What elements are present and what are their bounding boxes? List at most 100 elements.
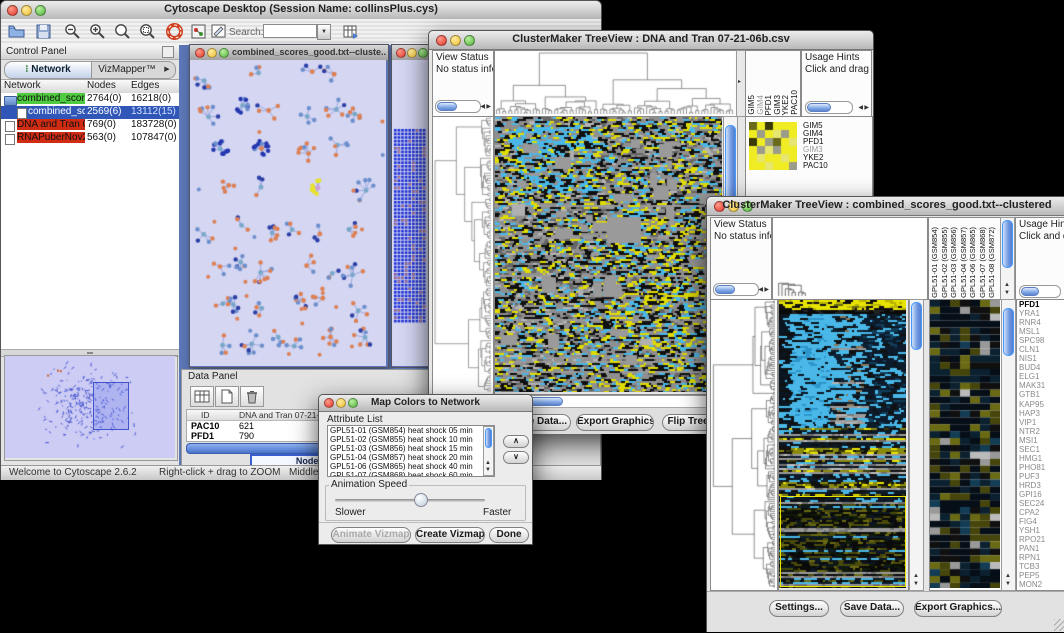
new-attribute-icon[interactable]: [215, 386, 239, 407]
gene-label[interactable]: NIS1: [1017, 354, 1064, 363]
gene-label[interactable]: SEC24: [1017, 499, 1064, 508]
data-col-attr[interactable]: DNA and Tran 07-21-06: [239, 410, 329, 420]
scroll-down-icon[interactable]: ▼: [913, 581, 919, 588]
attribute-list-item[interactable]: GPL51-04 (GSM857) heat shock 20 min: [328, 453, 494, 462]
attribute-list-scrollbar[interactable]: ▲ ▼: [483, 426, 494, 476]
gene-label[interactable]: HRD3: [1017, 481, 1064, 490]
resize-grip[interactable]: [1054, 619, 1064, 631]
birdseye-viewport[interactable]: [93, 382, 129, 430]
tab-overflow-button[interactable]: ▶: [161, 62, 173, 78]
gene-label[interactable]: YSH1: [1017, 526, 1064, 535]
gene-label[interactable]: PEP5: [1017, 571, 1064, 580]
tv2-status-scrollbar[interactable]: [713, 283, 759, 296]
tv1-row-dendrogram[interactable]: [432, 116, 494, 395]
tv2-zoom-vscrollbar[interactable]: ▲ ▼: [1001, 299, 1016, 591]
tab-network[interactable]: ⁝ Network: [5, 62, 92, 78]
gene-label[interactable]: RPO21: [1017, 535, 1064, 544]
network-list-empty-area[interactable]: [1, 145, 179, 349]
attribute-list-item[interactable]: GPL51-07 (GSM868) heat shock 60 min: [328, 471, 494, 477]
save-data-button[interactable]: Save Data...: [840, 600, 904, 617]
animate-vizmap-button[interactable]: Animate Vizmap: [331, 527, 411, 543]
gene-label[interactable]: HMG1: [1017, 454, 1064, 463]
gene-label[interactable]: SEC1: [1017, 445, 1064, 454]
treeview2-titlebar[interactable]: ClusterMaker TreeView : combined_scores_…: [707, 197, 1064, 216]
close-button[interactable]: [195, 48, 205, 58]
network-graph-canvas[interactable]: [190, 60, 386, 366]
gene-label[interactable]: PAN1: [1017, 544, 1064, 553]
dense-network-canvas[interactable]: [392, 60, 428, 366]
scroll-up-icon[interactable]: ▲: [485, 460, 491, 467]
network-row-selected[interactable]: combined_sco 2569(6) 13112(15): [1, 106, 179, 119]
gene-label[interactable]: VIP1: [1017, 418, 1064, 427]
gene-label[interactable]: PHO81: [1017, 463, 1064, 472]
animation-speed-slider-thumb[interactable]: [414, 493, 428, 507]
gene-label[interactable]: BUD4: [1017, 363, 1064, 372]
scroll-down-icon[interactable]: ▼: [485, 467, 491, 474]
export-graphics-button[interactable]: Export Graphics...: [576, 414, 654, 431]
export-graphics-button[interactable]: Export Graphics...: [914, 600, 1002, 617]
attribute-list-item[interactable]: GPL51-06 (GSM865) heat shock 40 min: [328, 462, 494, 471]
col-header-network[interactable]: Network: [4, 80, 41, 91]
scroll-left-icon[interactable]: ◀: [858, 105, 863, 112]
gene-label[interactable]: RPN1: [1017, 553, 1064, 562]
col-header-edges[interactable]: Edges: [131, 80, 159, 91]
tv2-heatmap-vscrollbar[interactable]: ▲ ▼: [909, 299, 924, 591]
tv2-heatmap[interactable]: [778, 299, 909, 591]
done-button[interactable]: Done: [489, 527, 529, 543]
create-vizmap-button[interactable]: Create Vizmap: [415, 527, 485, 543]
gene-label[interactable]: MSL1: [1017, 327, 1064, 336]
open-folder-icon[interactable]: [7, 22, 26, 41]
gene-label[interactable]: TCB3: [1017, 562, 1064, 571]
tv1-hints-scrollbar[interactable]: [805, 101, 853, 114]
minimize-button[interactable]: [407, 48, 417, 58]
tv1-column-dendrogram[interactable]: [494, 50, 737, 117]
birdseye-view[interactable]: [4, 355, 178, 461]
scroll-down-icon[interactable]: ▼: [1005, 581, 1011, 588]
animation-speed-slider-track[interactable]: [335, 499, 485, 502]
tv2-hints-scrollbar[interactable]: [1019, 285, 1061, 298]
move-down-button[interactable]: ∨: [503, 451, 529, 464]
minimize-button[interactable]: [207, 48, 217, 58]
scroll-left-icon[interactable]: ◀: [480, 104, 485, 111]
tv2-row-dendrogram[interactable]: [710, 299, 778, 591]
settings-button[interactable]: Settings...: [769, 600, 829, 617]
gene-label[interactable]: GTB1: [1017, 390, 1064, 399]
float-panel-icon[interactable]: [162, 46, 174, 58]
scroll-right-icon[interactable]: ▶: [764, 287, 769, 294]
network-row-dna-tran[interactable]: DNA and Tran 07 769(0) 183728(0): [1, 119, 179, 132]
close-button[interactable]: [396, 48, 406, 58]
tv2-labels-vscrollbar[interactable]: ▲ ▼: [1000, 217, 1015, 300]
tv1-heatmap[interactable]: [494, 116, 725, 395]
save-icon[interactable]: [34, 22, 53, 41]
treeview1-titlebar[interactable]: ClusterMaker TreeView : DNA and Tran 07-…: [429, 31, 873, 50]
delete-attribute-trash-icon[interactable]: [240, 386, 264, 407]
attribute-listbox[interactable]: GPL51-01 (GSM854) heat shock 05 minGPL51…: [327, 425, 495, 477]
scroll-left-icon[interactable]: ◀: [758, 287, 763, 294]
dialog-titlebar[interactable]: Map Colors to Network: [319, 395, 532, 412]
zoom-button[interactable]: [219, 48, 229, 58]
scroll-right-icon[interactable]: ▶: [486, 104, 491, 111]
search-input[interactable]: [263, 24, 317, 38]
table-import-icon[interactable]: [341, 22, 360, 41]
gene-label[interactable]: YRA1: [1017, 309, 1064, 318]
zoom-button[interactable]: [418, 48, 428, 58]
gene-label[interactable]: SPC98: [1017, 336, 1064, 345]
main-titlebar[interactable]: Cytoscape Desktop (Session Name: collins…: [1, 1, 601, 20]
zoom-fit-icon[interactable]: [113, 22, 132, 41]
zoom-region-icon[interactable]: [138, 22, 157, 41]
zoom-out-icon[interactable]: [63, 22, 82, 41]
gene-label[interactable]: MSI1: [1017, 436, 1064, 445]
attribute-list-item[interactable]: GPL51-03 (GSM856) heat shock 15 min: [328, 444, 494, 453]
scroll-down-icon[interactable]: ▼: [1004, 290, 1010, 297]
network-row-combined-scores[interactable]: combined_scores_ 2764(0) 16218(0): [1, 93, 179, 106]
col-header-nodes[interactable]: Nodes: [87, 80, 116, 91]
gene-label[interactable]: CPA2: [1017, 508, 1064, 517]
tv2-column-dendrogram[interactable]: [772, 217, 928, 300]
gene-label[interactable]: CLN1: [1017, 345, 1064, 354]
annotation-icon[interactable]: [209, 22, 228, 41]
search-dropdown-button[interactable]: ▼: [317, 24, 331, 40]
tv2-zoom-heatmap[interactable]: [929, 299, 1003, 591]
attribute-select-icon[interactable]: [190, 386, 214, 407]
gene-label[interactable]: RNR4: [1017, 318, 1064, 327]
tv1-status-scrollbar[interactable]: [435, 100, 481, 113]
